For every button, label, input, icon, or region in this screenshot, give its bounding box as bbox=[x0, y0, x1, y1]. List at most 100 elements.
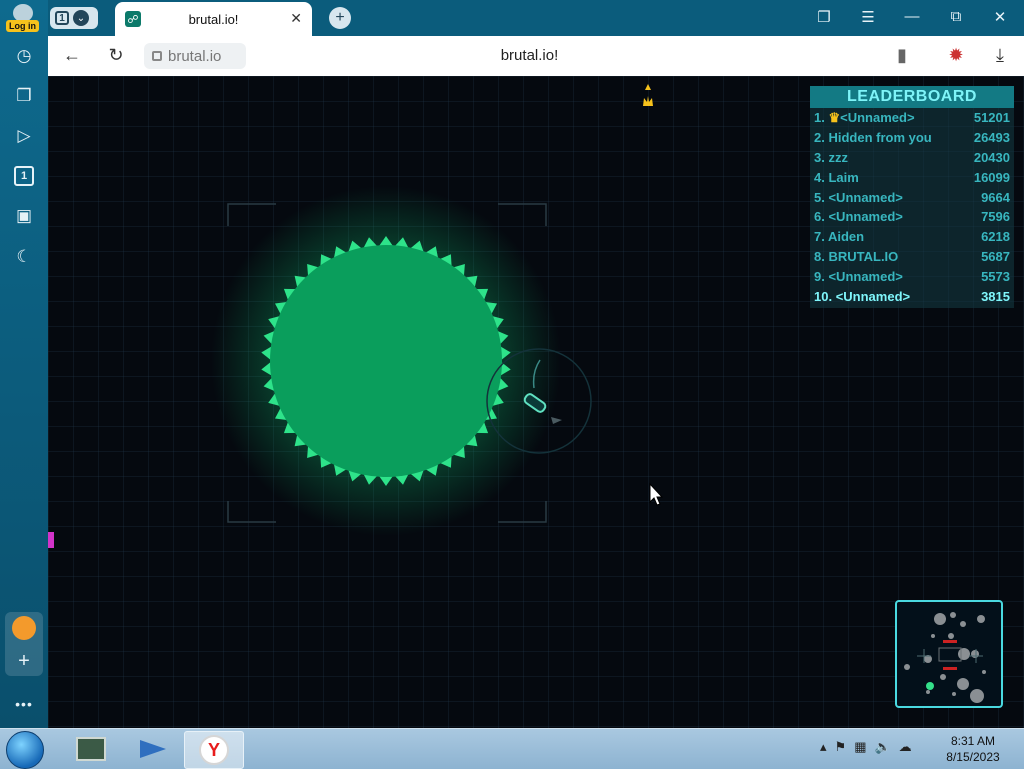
leaderboard-name: 1. ♛<Unnamed> bbox=[814, 110, 915, 126]
taskbar-clock[interactable]: 8:31 AM 8/15/2023 bbox=[940, 733, 1006, 765]
leaderboard-rank: 9. bbox=[814, 269, 829, 285]
minimap-view bbox=[904, 612, 986, 703]
leaderboard-score: 9664 bbox=[981, 189, 1010, 205]
bookmarks-panel-icon[interactable]: ❐ bbox=[812, 8, 836, 26]
minimap-blob bbox=[926, 682, 934, 690]
leaderboard-score: 51201 bbox=[973, 110, 1010, 125]
leaderboard-name: 4. Laim bbox=[814, 170, 859, 185]
leaderboard-rank: 5. bbox=[814, 189, 829, 205]
leaderboard-row: 8. BRUTAL.IO 5687 bbox=[810, 247, 1014, 267]
address-toolbar: ← ↻ brutal.io brutal.io! ▮ ✹ ⤓ bbox=[48, 36, 1024, 76]
tab-title: brutal.io! bbox=[188, 12, 239, 27]
leaderboard-score: 26493 bbox=[973, 129, 1010, 145]
new-tab-button[interactable]: + bbox=[329, 7, 351, 29]
mouse-cursor-icon bbox=[649, 482, 664, 506]
leaderboard-rank: 6. bbox=[814, 209, 829, 225]
leaderboard-row: 4. Laim 16099 bbox=[810, 168, 1014, 188]
screenshot-icon[interactable]: ▣ bbox=[10, 202, 38, 230]
crown-icon bbox=[643, 96, 653, 106]
leaderboard-score: 5687 bbox=[981, 249, 1010, 265]
yandex-browser-taskbar[interactable]: Y bbox=[184, 731, 244, 769]
close-tab-icon[interactable]: ✕ bbox=[290, 10, 302, 27]
restore-button[interactable]: ⧉ bbox=[944, 8, 968, 25]
leaderboard-row: 5. <Unnamed> 9664 bbox=[810, 188, 1014, 208]
browser-sidebar: Log in ◷ ❐ ▷ 1 ▣ ☾ + ••• bbox=[0, 0, 48, 728]
updates-icon[interactable]: ☁ bbox=[899, 739, 912, 755]
leaderboard-rank: 10. bbox=[814, 289, 836, 305]
direction-arrow-icon bbox=[551, 417, 562, 424]
terminal-app-icon[interactable] bbox=[62, 731, 120, 767]
leaderboard-panel: LEADERBOARD 1. ♛<Unnamed> 51201 2. Hidden … bbox=[810, 86, 1014, 308]
leaderboard-name: 3. zzz bbox=[814, 150, 848, 165]
clock-time: 8:31 AM bbox=[950, 734, 996, 748]
leaderboard-rank: 3. bbox=[814, 149, 829, 165]
leaderboard-row: 2. Hidden from you 26493 bbox=[810, 128, 1014, 148]
history-icon[interactable]: ◷ bbox=[10, 42, 38, 70]
tab-strip: 1 ⌄ ☍ brutal.io! ✕ + ❐ ☰ — ⧉ ✕ bbox=[48, 0, 1024, 36]
tab-count-icon[interactable]: 1 bbox=[10, 162, 38, 190]
network-icon[interactable]: ▦ bbox=[854, 739, 866, 755]
sidebar-apps-panel: + bbox=[5, 612, 43, 676]
bookmark-icon[interactable]: ▮ bbox=[890, 45, 914, 66]
leaderboard-score: 3815 bbox=[981, 289, 1010, 305]
download-icon[interactable]: ⤓ bbox=[988, 45, 1012, 66]
volume-icon[interactable]: 🔈 bbox=[874, 739, 890, 755]
leaderboard-score: 7596 bbox=[981, 209, 1010, 225]
login-button[interactable]: Log in bbox=[6, 20, 39, 32]
leaderboard-row: 6. <Unnamed> 7596 bbox=[810, 207, 1014, 227]
game-canvas[interactable]: LEADERBOARD 1. ♛<Unnamed> 51201 2. Hidden … bbox=[48, 76, 1024, 728]
night-mode-icon[interactable]: ☾ bbox=[10, 243, 38, 271]
leaderboard-rank: 4. bbox=[814, 169, 829, 185]
leaderboard-name: 7. Aiden bbox=[814, 229, 864, 244]
leaderboard-name: 2. Hidden from you bbox=[814, 130, 932, 145]
leaderboard-player-name: <Unnamed> bbox=[828, 269, 903, 285]
tray-expand-icon[interactable]: ▴ bbox=[820, 739, 827, 755]
leaderboard-player-name: <Unnamed> bbox=[840, 110, 915, 125]
yandex-logo-icon: Y bbox=[199, 735, 229, 765]
mail-app-icon[interactable] bbox=[12, 615, 36, 640]
menu-icon[interactable]: ☰ bbox=[856, 8, 880, 26]
leaderboard-rank: 7. bbox=[814, 229, 828, 245]
offscreen-pointer-icon bbox=[645, 84, 651, 90]
leaderboard-player-name: Hidden from you bbox=[828, 129, 932, 145]
leaderboard-score: 6218 bbox=[981, 229, 1010, 245]
close-window-button[interactable]: ✕ bbox=[988, 8, 1012, 26]
leaderboard-rows: 1. ♛<Unnamed> 51201 2. Hidden from you 2649… bbox=[810, 108, 1014, 307]
leaderboard-name: 5. <Unnamed> bbox=[814, 190, 903, 205]
more-icon[interactable]: ••• bbox=[10, 690, 38, 718]
tab-counter-button[interactable]: 1 ⌄ bbox=[50, 7, 98, 29]
pink-object bbox=[48, 532, 54, 548]
leaderboard-score: 16099 bbox=[973, 169, 1010, 185]
green-blob-enemy bbox=[270, 245, 502, 477]
leaderboard-player-name: zzz bbox=[828, 149, 848, 165]
windows-taskbar: Y ▴ ⚑ ▦ 🔈 ☁ 8:31 AM 8/15/2023 bbox=[0, 728, 1024, 769]
leaderboard-row: 9. <Unnamed> 5573 bbox=[810, 267, 1014, 287]
leaderboard-rank: 8. bbox=[814, 249, 829, 265]
leaderboard-name: 10. <Unnamed> bbox=[814, 289, 910, 304]
jet-app-icon[interactable] bbox=[124, 731, 182, 767]
add-app-icon[interactable]: + bbox=[18, 650, 30, 673]
chevron-down-icon: ⌄ bbox=[73, 10, 89, 26]
leaderboard-row: 10. <Unnamed> 3815 bbox=[810, 287, 1014, 307]
system-tray: ▴ ⚑ ▦ 🔈 ☁ bbox=[820, 739, 912, 755]
leaderboard-rank: 2. bbox=[814, 129, 829, 145]
video-icon[interactable]: ▷ bbox=[10, 122, 38, 150]
action-center-icon[interactable]: ⚑ bbox=[835, 739, 847, 755]
leaderboard-rank: 1. bbox=[814, 110, 829, 125]
leaderboard-name: 6. <Unnamed> bbox=[814, 209, 903, 224]
minimap bbox=[895, 600, 1003, 708]
bug-extension-icon[interactable]: ✹ bbox=[944, 45, 968, 66]
leaderboard-player-name: <Unnamed> bbox=[835, 289, 911, 305]
leader-crown-icon: ♛ bbox=[828, 110, 841, 125]
leaderboard-player-name: <Unnamed> bbox=[828, 209, 903, 225]
leaderboard-row: 3. zzz 20430 bbox=[810, 148, 1014, 168]
collections-icon[interactable]: ❐ bbox=[10, 82, 38, 110]
leaderboard-score: 20430 bbox=[973, 149, 1010, 165]
leaderboard-score: 5573 bbox=[981, 269, 1010, 285]
tab-brutal-io[interactable]: ☍ brutal.io! ✕ bbox=[115, 2, 312, 36]
minimize-button[interactable]: — bbox=[900, 8, 924, 25]
page-title[interactable]: brutal.io! bbox=[48, 47, 1011, 64]
leaderboard-player-name: <Unnamed> bbox=[828, 189, 903, 205]
start-button[interactable] bbox=[6, 731, 44, 769]
leaderboard-row: 7. Aiden 6218 bbox=[810, 227, 1014, 247]
